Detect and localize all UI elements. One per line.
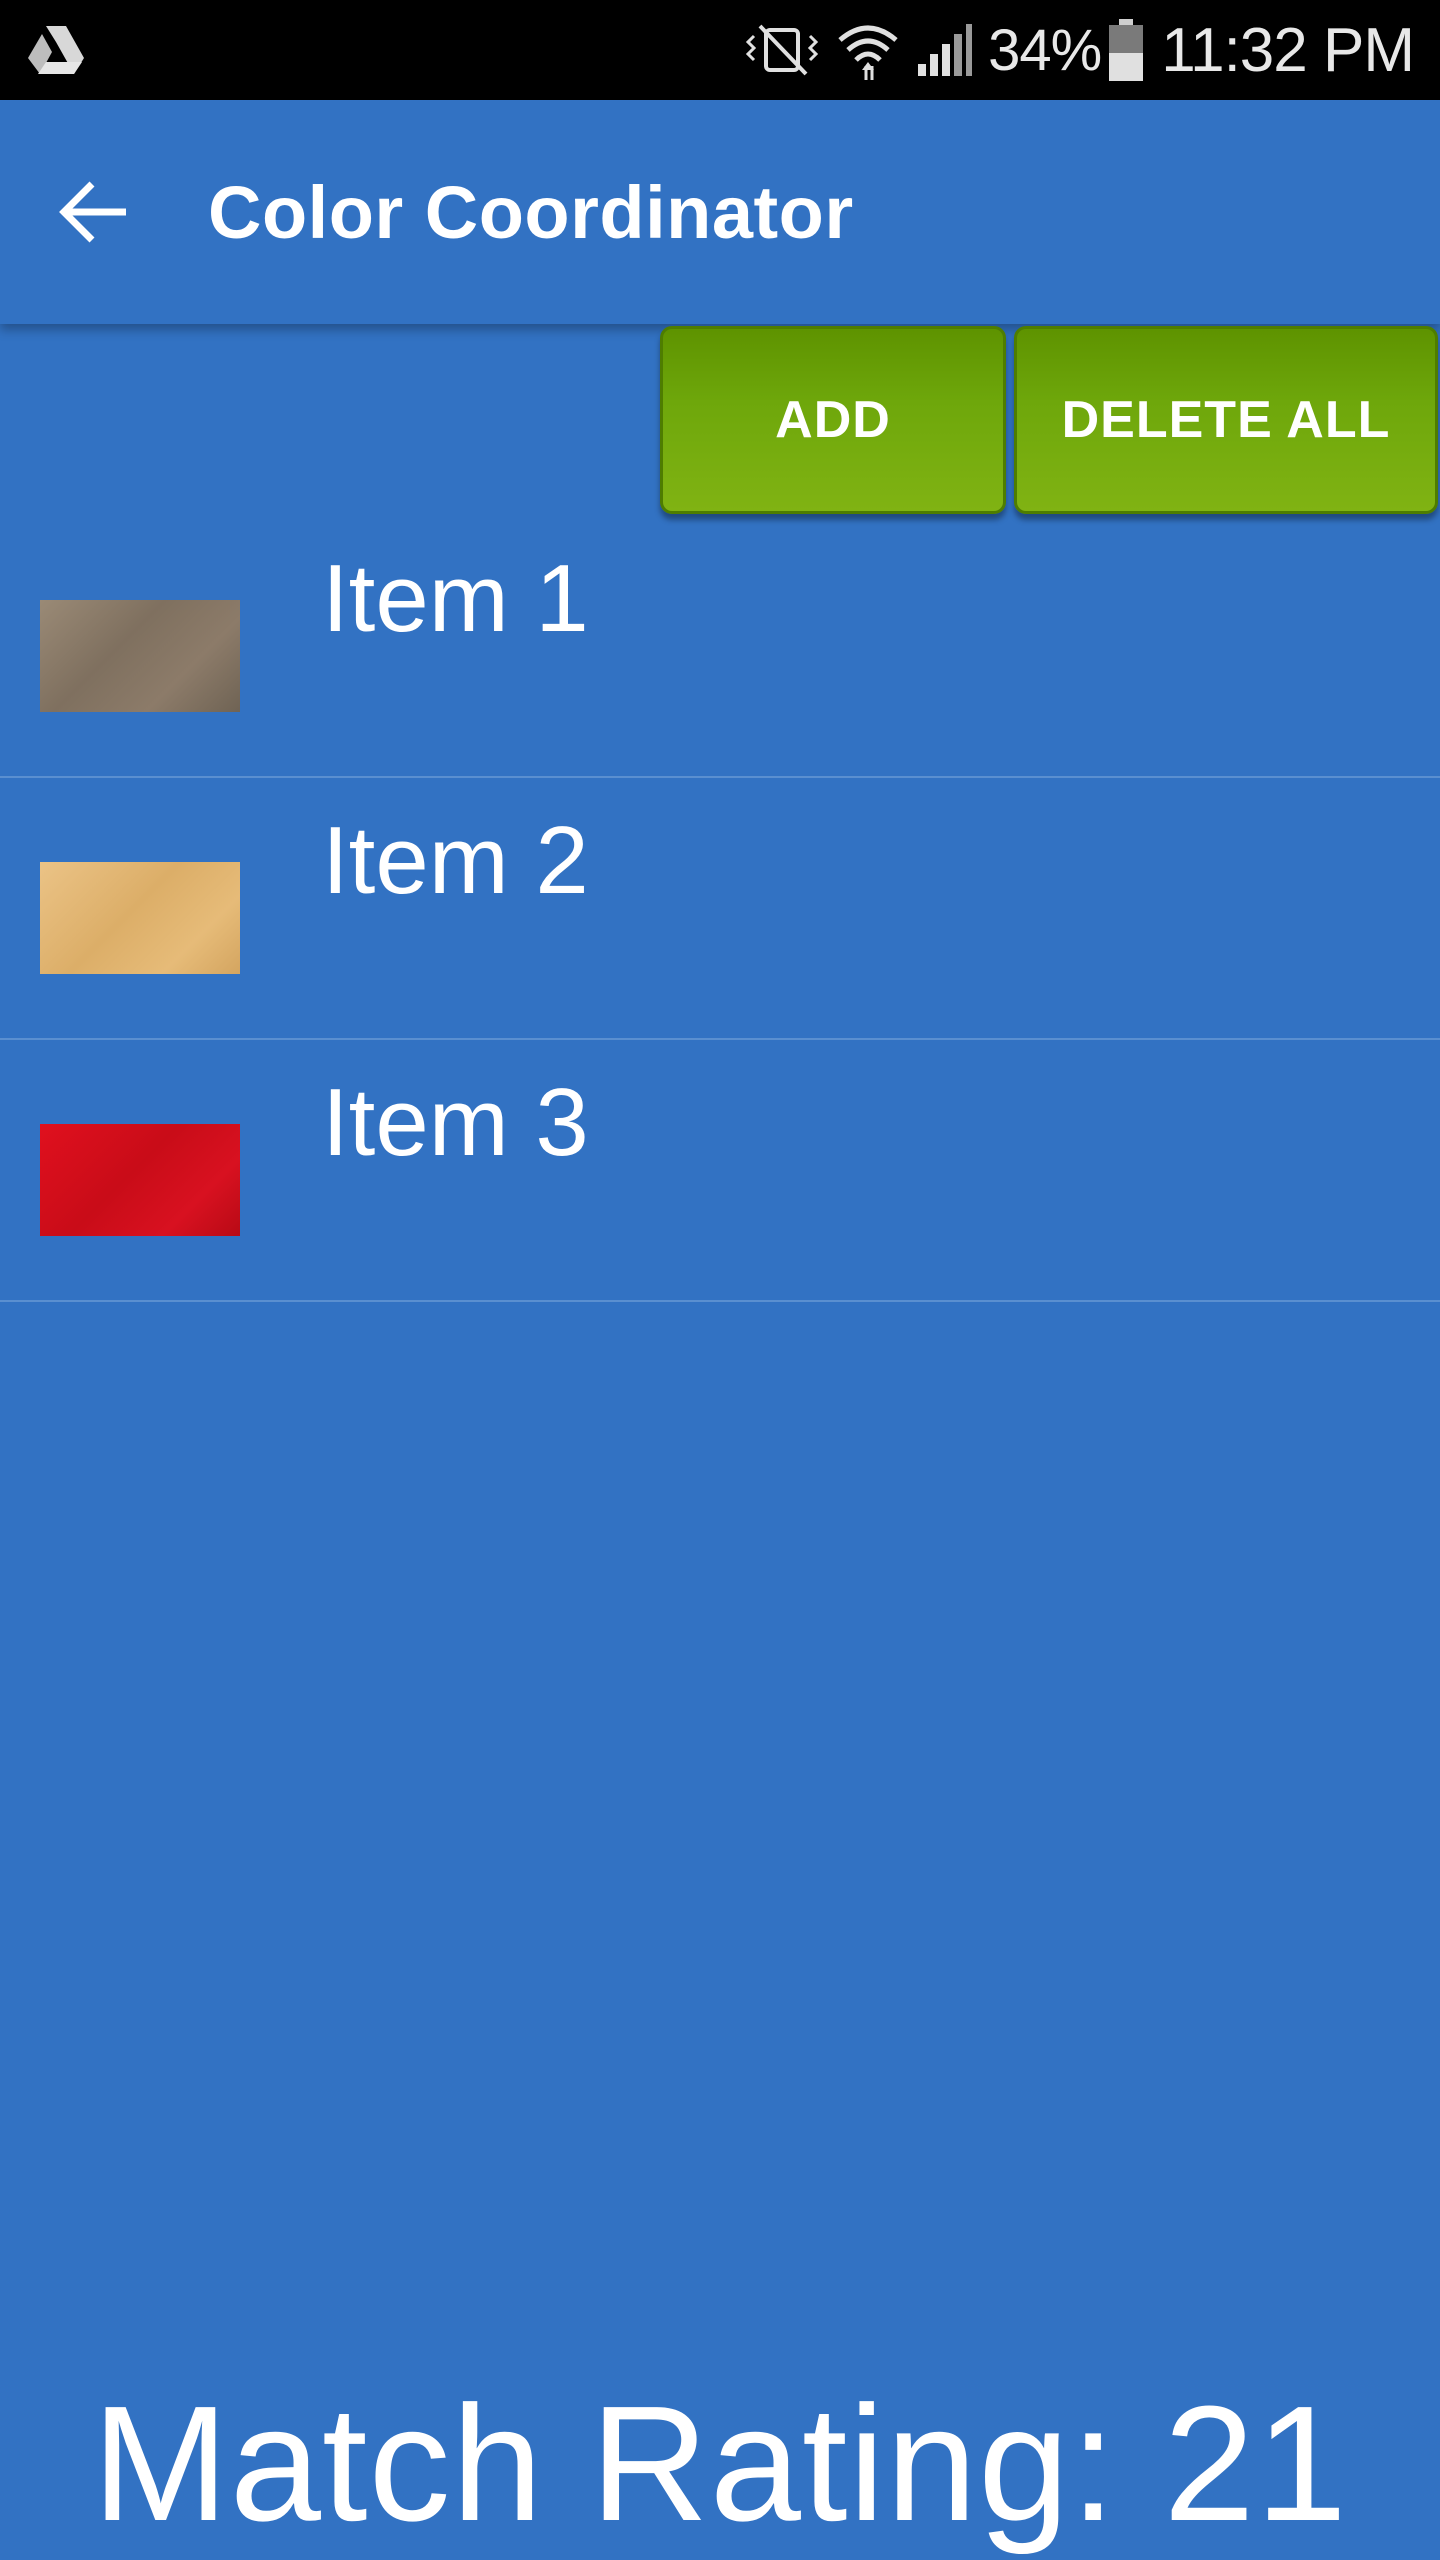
arrow-back-icon — [59, 181, 126, 243]
wifi-icon — [836, 20, 900, 80]
item-label: Item 3 — [322, 1069, 589, 1176]
add-button[interactable]: ADD — [660, 326, 1006, 514]
item-swatch-image — [40, 862, 240, 974]
item-swatch-image — [40, 600, 240, 712]
cell-signal-icon — [916, 20, 973, 80]
item-label: Item 2 — [322, 807, 589, 914]
delete-all-button[interactable]: DELETE ALL — [1014, 326, 1438, 514]
item-swatch-image — [40, 1124, 240, 1236]
list-item[interactable]: Item 3 — [0, 1040, 1440, 1302]
match-rating: Match Rating: 21 — [92, 2372, 1348, 2555]
battery-icon — [1109, 19, 1144, 81]
battery-percent: 34% — [988, 17, 1102, 83]
status-time: 11:32 PM — [1161, 15, 1415, 85]
list-item[interactable]: Item 2 — [0, 778, 1440, 1040]
list-item[interactable]: Item 1 — [0, 516, 1440, 778]
back-button[interactable] — [52, 170, 136, 254]
mute-vibrate-icon — [744, 20, 820, 80]
status-bar: 34% 11:32 PM — [0, 0, 1440, 100]
page-title: Color Coordinator — [208, 170, 854, 254]
drive-icon — [28, 26, 84, 74]
item-label: Item 1 — [322, 545, 589, 652]
item-list: Item 1 Item 2 Item 3 — [0, 516, 1440, 1302]
app-bar: Color Coordinator — [0, 100, 1440, 324]
